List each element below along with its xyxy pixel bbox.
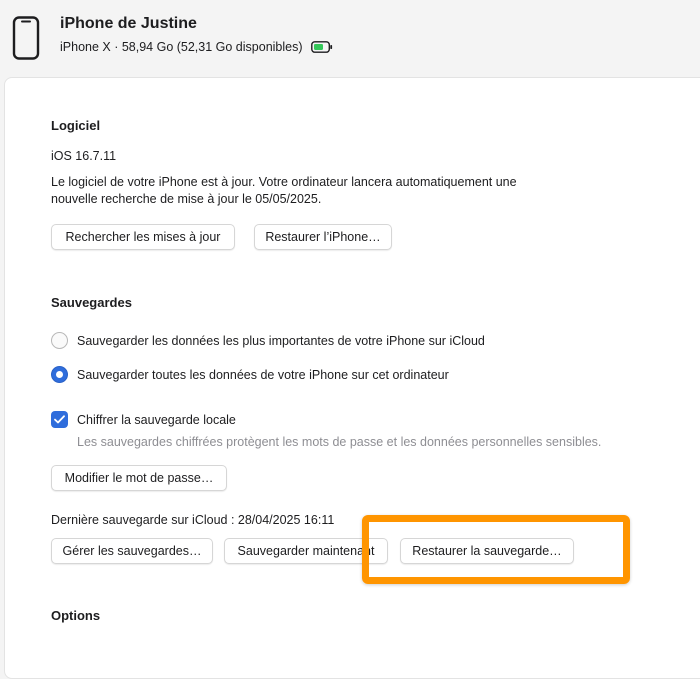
options-section-title: Options <box>51 608 101 623</box>
backup-local-option[interactable]: Sauvegarder toutes les données de votre … <box>51 366 449 383</box>
highlight-box <box>362 515 630 584</box>
backup-icloud-label: Sauvegarder les données les plus importa… <box>77 333 485 348</box>
device-info: iPhone X · 58,94 Go (52,31 Go disponible… <box>60 40 333 54</box>
device-header: iPhone de Justine iPhone X · 58,94 Go (5… <box>0 0 700 76</box>
backups-section-title: Sauvegardes <box>51 295 132 310</box>
backup-icloud-option[interactable]: Sauvegarder les données les plus importa… <box>51 332 485 349</box>
radio-local[interactable] <box>51 366 68 383</box>
encrypt-backup-option[interactable]: Chiffrer la sauvegarde locale <box>51 411 236 428</box>
checkmark-icon <box>54 415 65 424</box>
device-capacity-text: iPhone X · 58,94 Go (52,31 Go disponible… <box>60 40 303 54</box>
software-status-line-2: nouvelle recherche de mise à jour le 05/… <box>51 192 322 206</box>
backup-local-label: Sauvegarder toutes les données de votre … <box>77 367 449 382</box>
restore-iphone-button[interactable]: Restaurer l’iPhone… <box>254 224 392 250</box>
change-password-button[interactable]: Modifier le mot de passe… <box>51 465 227 491</box>
radio-icloud[interactable] <box>51 332 68 349</box>
ios-version: iOS 16.7.11 <box>51 149 117 163</box>
software-status-line-1: Le logiciel de votre iPhone est à jour. … <box>51 175 517 189</box>
software-section-title: Logiciel <box>51 118 101 133</box>
battery-charging-icon <box>310 41 332 53</box>
check-updates-button[interactable]: Rechercher les mises à jour <box>51 224 235 250</box>
manage-backups-button[interactable]: Gérer les sauvegardes… <box>51 538 213 564</box>
encrypt-label: Chiffrer la sauvegarde locale <box>77 412 236 427</box>
device-name: iPhone de Justine <box>60 15 197 32</box>
iphone-icon <box>12 16 40 60</box>
last-backup-text: Dernière sauvegarde sur iCloud : 28/04/2… <box>51 513 335 527</box>
encrypt-checkbox[interactable] <box>51 411 68 428</box>
encrypt-note: Les sauvegardes chiffrées protègent les … <box>77 435 602 449</box>
